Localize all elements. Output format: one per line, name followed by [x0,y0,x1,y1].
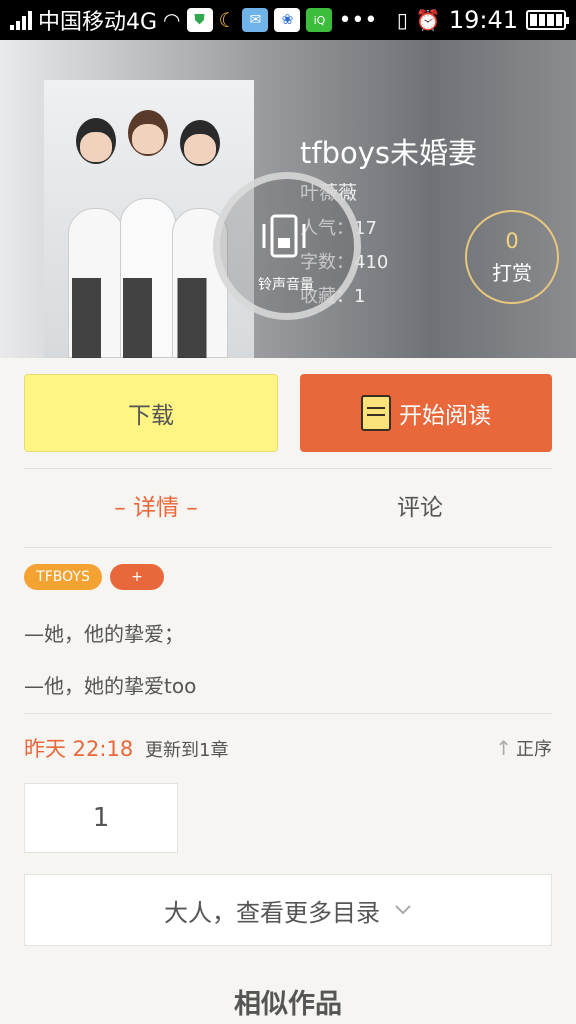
wifi-icon: ◠ [163,8,181,32]
book-title: tfboys未婚妻 [300,136,478,170]
battery-icon [526,10,569,30]
similar-works-heading: 相似作品 [234,989,342,1020]
intro-line: —他，她的挚爱too [24,674,197,698]
book-icon [361,395,391,431]
ringtone-volume-label: 铃声音量 [258,277,314,293]
tip-count: 0 [505,228,519,253]
intro-line: —她，他的挚爱； [24,622,184,646]
update-time: 昨天 22:18 [24,737,134,761]
sort-order-button[interactable]: ↑ 正序 [495,735,552,761]
baidu-paw-icon: ❀ [274,8,301,32]
security-shield-icon: ⛊ [186,8,213,32]
tab-detail[interactable]: – 详情 – [24,488,288,522]
tip-button[interactable]: 0 打赏 [465,210,559,304]
sort-order-label: 正序 [516,739,552,760]
divider [24,468,552,469]
view-more-catalog-label: 大人，查看更多目录 [164,898,380,927]
favorites-value: 1 [354,286,366,307]
book-header: tfboys未婚妻 叶薇薇 人气：17 字数：410 收藏：1 0 打赏 铃声音… [0,40,576,358]
start-reading-button[interactable]: 开始阅读 [300,374,552,452]
divider [24,547,552,548]
add-tag-button[interactable]: + [110,564,164,590]
divider [24,713,552,714]
phone-vibrate-icon [262,214,306,258]
tip-label: 打赏 [492,260,532,285]
signal-icon [10,10,32,30]
chevron-down-icon [395,905,411,915]
carrier-name: 中国移动4G [38,10,158,35]
clock-time: 19:41 [448,6,518,34]
arrow-up-icon: ↑ [495,736,512,760]
iqiyi-icon: iQ [306,8,333,32]
download-label: 下载 [128,403,174,429]
status-bar: 中国移动4G ◠ ⛊ ☾ ✉ ❀ iQ ••• ▯ ⏰ 19:41 [0,0,576,40]
chapter-number: 1 [92,803,110,833]
tab-comment[interactable]: 评论 [288,488,552,522]
more-dots-icon: ••• [338,7,378,33]
alarm-icon: ⏰ [415,8,441,32]
update-status: 更新到1章 [145,740,229,761]
moon-icon: ☾ [218,8,237,32]
mail-app-icon: ✉ [242,8,269,32]
vibrate-icon: ▯ [396,8,408,32]
view-more-catalog-button[interactable]: 大人，查看更多目录 [24,874,552,946]
tag-tfboys[interactable]: TFBOYS [24,564,102,590]
start-reading-label: 开始阅读 [399,403,491,429]
download-button[interactable]: 下载 [24,374,278,452]
chapter-item[interactable]: 1 [24,783,178,853]
